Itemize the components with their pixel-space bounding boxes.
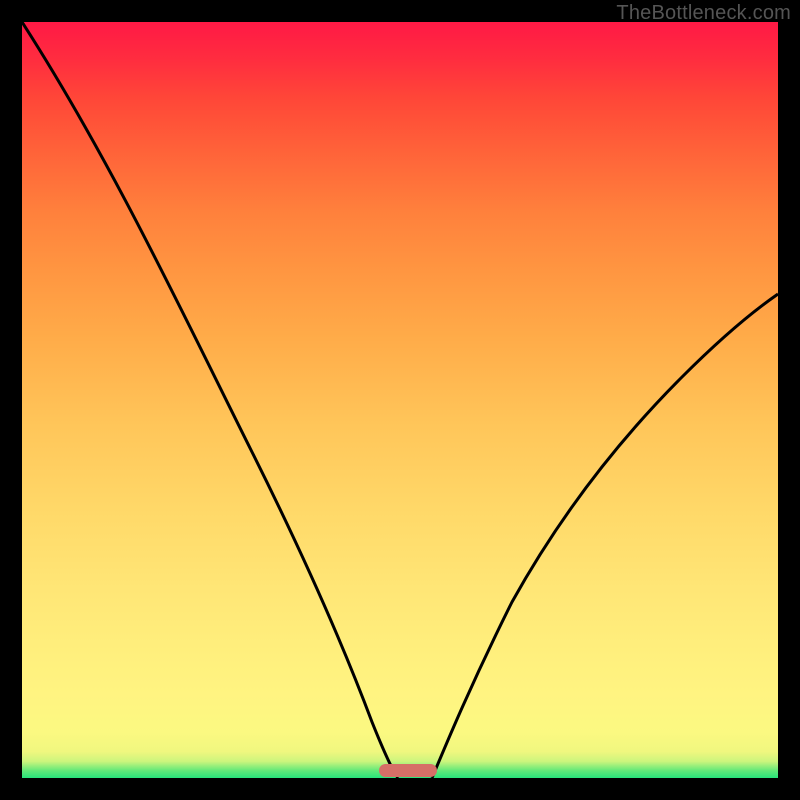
bottleneck-curve <box>22 22 778 778</box>
watermark-text: TheBottleneck.com <box>616 2 791 25</box>
curve-right-branch <box>432 294 778 778</box>
min-marker <box>379 764 437 777</box>
curve-left-branch <box>22 22 398 778</box>
chart-frame: TheBottleneck.com <box>0 0 800 800</box>
chart-plot-area <box>22 22 778 778</box>
